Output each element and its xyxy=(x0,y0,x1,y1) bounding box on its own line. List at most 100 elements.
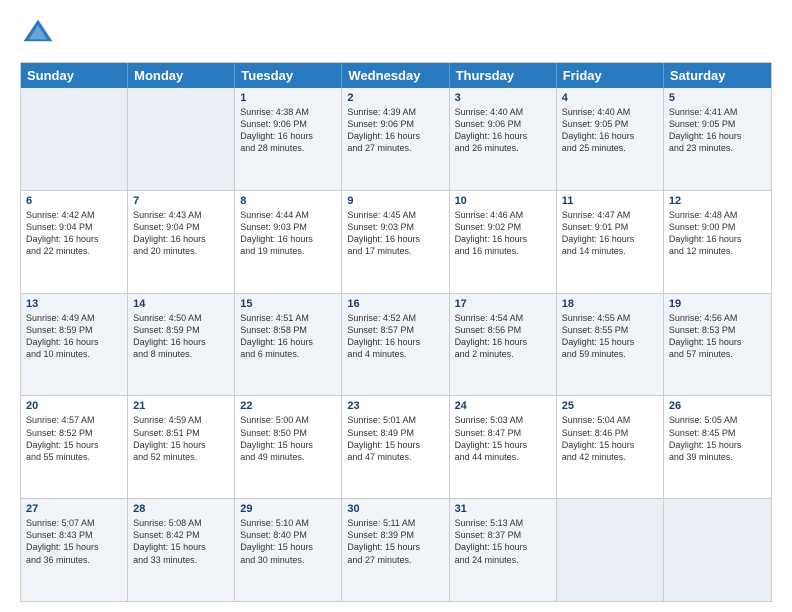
calendar-row-0: 1 Sunrise: 4:38 AM Sunset: 9:06 PM Daylig… xyxy=(21,88,771,190)
calendar-body: 1 Sunrise: 4:38 AM Sunset: 9:06 PM Daylig… xyxy=(21,88,771,601)
day-number: 27 xyxy=(26,503,122,515)
day-number: 12 xyxy=(669,195,766,207)
cell-text: Sunrise: 4:38 AM Sunset: 9:06 PM Dayligh… xyxy=(240,106,336,155)
day-number: 10 xyxy=(455,195,551,207)
calendar-header: SundayMondayTuesdayWednesdayThursdayFrid… xyxy=(21,63,771,88)
cal-cell-r0-c1 xyxy=(128,88,235,190)
cal-cell-r2-c1: 14 Sunrise: 4:50 AM Sunset: 8:59 PM Dayli… xyxy=(128,294,235,396)
header-cell-monday: Monday xyxy=(128,63,235,88)
day-number: 24 xyxy=(455,400,551,412)
header-cell-wednesday: Wednesday xyxy=(342,63,449,88)
cal-cell-r2-c0: 13 Sunrise: 4:49 AM Sunset: 8:59 PM Dayli… xyxy=(21,294,128,396)
cal-cell-r2-c3: 16 Sunrise: 4:52 AM Sunset: 8:57 PM Dayli… xyxy=(342,294,449,396)
calendar-row-3: 20 Sunrise: 4:57 AM Sunset: 8:52 PM Dayli… xyxy=(21,395,771,498)
calendar-row-2: 13 Sunrise: 4:49 AM Sunset: 8:59 PM Dayli… xyxy=(21,293,771,396)
cal-cell-r0-c0 xyxy=(21,88,128,190)
cal-cell-r1-c0: 6 Sunrise: 4:42 AM Sunset: 9:04 PM Daylig… xyxy=(21,191,128,293)
page: SundayMondayTuesdayWednesdayThursdayFrid… xyxy=(0,0,792,612)
day-number: 30 xyxy=(347,503,443,515)
cell-text: Sunrise: 4:54 AM Sunset: 8:56 PM Dayligh… xyxy=(455,312,551,361)
cal-cell-r1-c6: 12 Sunrise: 4:48 AM Sunset: 9:00 PM Dayli… xyxy=(664,191,771,293)
day-number: 20 xyxy=(26,400,122,412)
day-number: 1 xyxy=(240,92,336,104)
cal-cell-r4-c0: 27 Sunrise: 5:07 AM Sunset: 8:43 PM Dayli… xyxy=(21,499,128,601)
cal-cell-r4-c3: 30 Sunrise: 5:11 AM Sunset: 8:39 PM Dayli… xyxy=(342,499,449,601)
cal-cell-r3-c3: 23 Sunrise: 5:01 AM Sunset: 8:49 PM Dayli… xyxy=(342,396,449,498)
day-number: 23 xyxy=(347,400,443,412)
cell-text: Sunrise: 4:42 AM Sunset: 9:04 PM Dayligh… xyxy=(26,209,122,258)
cal-cell-r3-c2: 22Sunrise: 5:00 AM Sunset: 8:50 PM Dayli… xyxy=(235,396,342,498)
day-number: 13 xyxy=(26,298,122,310)
cell-text: Sunrise: 4:45 AM Sunset: 9:03 PM Dayligh… xyxy=(347,209,443,258)
cal-cell-r2-c4: 17 Sunrise: 4:54 AM Sunset: 8:56 PM Dayli… xyxy=(450,294,557,396)
day-number: 29 xyxy=(240,503,336,515)
cell-text: Sunrise: 4:44 AM Sunset: 9:03 PM Dayligh… xyxy=(240,209,336,258)
cal-cell-r1-c5: 11 Sunrise: 4:47 AM Sunset: 9:01 PM Dayli… xyxy=(557,191,664,293)
day-number: 6 xyxy=(26,195,122,207)
cal-cell-r0-c6: 5 Sunrise: 4:41 AM Sunset: 9:05 PM Daylig… xyxy=(664,88,771,190)
day-number: 31 xyxy=(455,503,551,515)
cal-cell-r4-c5 xyxy=(557,499,664,601)
cal-cell-r4-c4: 31 Sunrise: 5:13 AM Sunset: 8:37 PM Dayli… xyxy=(450,499,557,601)
calendar: SundayMondayTuesdayWednesdayThursdayFrid… xyxy=(20,62,772,602)
cal-cell-r2-c2: 15Sunrise: 4:51 AM Sunset: 8:58 PM Dayli… xyxy=(235,294,342,396)
cell-text: Sunrise: 4:52 AM Sunset: 8:57 PM Dayligh… xyxy=(347,312,443,361)
cal-cell-r2-c5: 18Sunrise: 4:55 AM Sunset: 8:55 PM Dayli… xyxy=(557,294,664,396)
cal-cell-r1-c1: 7 Sunrise: 4:43 AM Sunset: 9:04 PM Daylig… xyxy=(128,191,235,293)
cell-text: Sunrise: 4:47 AM Sunset: 9:01 PM Dayligh… xyxy=(562,209,658,258)
cal-cell-r3-c5: 25 Sunrise: 5:04 AM Sunset: 8:46 PM Dayli… xyxy=(557,396,664,498)
cell-text: Sunrise: 5:08 AM Sunset: 8:42 PM Dayligh… xyxy=(133,517,229,566)
cell-text: Sunrise: 4:43 AM Sunset: 9:04 PM Dayligh… xyxy=(133,209,229,258)
day-number: 2 xyxy=(347,92,443,104)
cal-cell-r0-c5: 4Sunrise: 4:40 AM Sunset: 9:05 PM Daylig… xyxy=(557,88,664,190)
day-number: 17 xyxy=(455,298,551,310)
cell-text: Sunrise: 5:00 AM Sunset: 8:50 PM Dayligh… xyxy=(240,414,336,463)
cell-text: Sunrise: 4:55 AM Sunset: 8:55 PM Dayligh… xyxy=(562,312,658,361)
cal-cell-r0-c2: 1 Sunrise: 4:38 AM Sunset: 9:06 PM Daylig… xyxy=(235,88,342,190)
cal-cell-r3-c4: 24Sunrise: 5:03 AM Sunset: 8:47 PM Dayli… xyxy=(450,396,557,498)
cell-text: Sunrise: 4:50 AM Sunset: 8:59 PM Dayligh… xyxy=(133,312,229,361)
cell-text: Sunrise: 4:59 AM Sunset: 8:51 PM Dayligh… xyxy=(133,414,229,463)
cal-cell-r1-c4: 10Sunrise: 4:46 AM Sunset: 9:02 PM Dayli… xyxy=(450,191,557,293)
day-number: 5 xyxy=(669,92,766,104)
cell-text: Sunrise: 4:39 AM Sunset: 9:06 PM Dayligh… xyxy=(347,106,443,155)
header-cell-sunday: Sunday xyxy=(21,63,128,88)
cell-text: Sunrise: 4:49 AM Sunset: 8:59 PM Dayligh… xyxy=(26,312,122,361)
day-number: 3 xyxy=(455,92,551,104)
cell-text: Sunrise: 5:13 AM Sunset: 8:37 PM Dayligh… xyxy=(455,517,551,566)
cell-text: Sunrise: 5:07 AM Sunset: 8:43 PM Dayligh… xyxy=(26,517,122,566)
cell-text: Sunrise: 4:41 AM Sunset: 9:05 PM Dayligh… xyxy=(669,106,766,155)
day-number: 26 xyxy=(669,400,766,412)
cal-cell-r3-c0: 20 Sunrise: 4:57 AM Sunset: 8:52 PM Dayli… xyxy=(21,396,128,498)
cal-cell-r0-c3: 2 Sunrise: 4:39 AM Sunset: 9:06 PM Daylig… xyxy=(342,88,449,190)
day-number: 15 xyxy=(240,298,336,310)
cell-text: Sunrise: 4:56 AM Sunset: 8:53 PM Dayligh… xyxy=(669,312,766,361)
header-cell-tuesday: Tuesday xyxy=(235,63,342,88)
day-number: 4 xyxy=(562,92,658,104)
cal-cell-r4-c2: 29Sunrise: 5:10 AM Sunset: 8:40 PM Dayli… xyxy=(235,499,342,601)
day-number: 14 xyxy=(133,298,229,310)
cell-text: Sunrise: 5:01 AM Sunset: 8:49 PM Dayligh… xyxy=(347,414,443,463)
day-number: 19 xyxy=(669,298,766,310)
day-number: 25 xyxy=(562,400,658,412)
cell-text: Sunrise: 5:04 AM Sunset: 8:46 PM Dayligh… xyxy=(562,414,658,463)
logo-icon xyxy=(20,16,56,52)
cal-cell-r3-c1: 21 Sunrise: 4:59 AM Sunset: 8:51 PM Dayli… xyxy=(128,396,235,498)
cal-cell-r2-c6: 19 Sunrise: 4:56 AM Sunset: 8:53 PM Dayli… xyxy=(664,294,771,396)
day-number: 16 xyxy=(347,298,443,310)
cal-cell-r3-c6: 26 Sunrise: 5:05 AM Sunset: 8:45 PM Dayli… xyxy=(664,396,771,498)
day-number: 9 xyxy=(347,195,443,207)
day-number: 7 xyxy=(133,195,229,207)
cal-cell-r0-c4: 3Sunrise: 4:40 AM Sunset: 9:06 PM Daylig… xyxy=(450,88,557,190)
day-number: 11 xyxy=(562,195,658,207)
cell-text: Sunrise: 4:48 AM Sunset: 9:00 PM Dayligh… xyxy=(669,209,766,258)
logo xyxy=(20,16,60,52)
day-number: 21 xyxy=(133,400,229,412)
calendar-row-4: 27 Sunrise: 5:07 AM Sunset: 8:43 PM Dayli… xyxy=(21,498,771,601)
header-cell-thursday: Thursday xyxy=(450,63,557,88)
cell-text: Sunrise: 5:05 AM Sunset: 8:45 PM Dayligh… xyxy=(669,414,766,463)
cell-text: Sunrise: 5:11 AM Sunset: 8:39 PM Dayligh… xyxy=(347,517,443,566)
cell-text: Sunrise: 4:57 AM Sunset: 8:52 PM Dayligh… xyxy=(26,414,122,463)
day-number: 28 xyxy=(133,503,229,515)
cal-cell-r1-c3: 9 Sunrise: 4:45 AM Sunset: 9:03 PM Daylig… xyxy=(342,191,449,293)
